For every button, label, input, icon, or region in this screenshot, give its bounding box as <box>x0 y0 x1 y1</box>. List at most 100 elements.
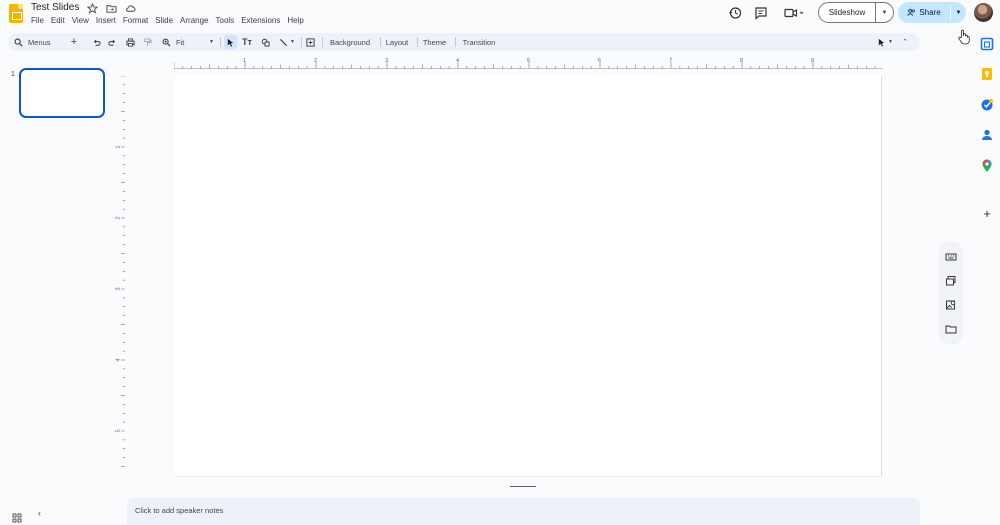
transition-button[interactable]: Transition <box>459 35 499 49</box>
slides-logo-icon[interactable] <box>9 4 23 23</box>
ruler-number: 2 <box>314 58 318 64</box>
title-actions <box>86 2 136 14</box>
star-icon[interactable] <box>86 2 98 14</box>
account-avatar[interactable] <box>974 3 993 22</box>
menu-arrange[interactable]: Arrange <box>180 16 208 25</box>
chevron-down-icon: ▼ <box>209 39 214 45</box>
ruler-number: 3 <box>115 287 122 291</box>
get-add-ons-plus-icon[interactable]: + <box>980 207 994 221</box>
search-menus[interactable]: Menus <box>14 35 66 49</box>
ruler-number: 1 <box>115 145 122 149</box>
zoom-value: Fit <box>176 37 185 47</box>
divider <box>322 37 323 47</box>
slideshow-control: Slideshow ▼ <box>818 2 894 23</box>
slideshow-dropdown-chevron-icon[interactable]: ▼ <box>876 3 893 22</box>
ruler-number: 2 <box>115 216 122 220</box>
slide-canvas[interactable] <box>174 76 882 476</box>
divider <box>455 37 456 47</box>
share-label: Share <box>919 8 941 17</box>
menu-help[interactable]: Help <box>287 16 303 25</box>
people-icon <box>907 8 916 16</box>
divider <box>301 37 302 47</box>
speaker-notes-placeholder: Click to add speaker notes <box>135 506 224 515</box>
side-tools-panel <box>939 241 963 345</box>
search-icon <box>14 38 23 47</box>
slideshow-button[interactable]: Slideshow <box>819 3 875 22</box>
ruler-number: 1 <box>243 58 247 64</box>
cursor-pointer-icon <box>878 38 885 47</box>
menu-file[interactable]: File <box>31 16 44 25</box>
keep-icon[interactable] <box>980 67 994 81</box>
chevron-down-icon: ▼ <box>290 39 295 45</box>
menu-insert[interactable]: Insert <box>96 16 116 25</box>
insert-comment-icon[interactable] <box>304 35 316 49</box>
comments-icon[interactable] <box>754 6 768 20</box>
slide-number: 1 <box>11 71 15 78</box>
slide-thumbnail[interactable] <box>19 68 105 118</box>
document-title[interactable]: Test Slides <box>31 2 79 13</box>
calendar-icon[interactable] <box>980 37 994 51</box>
share-button[interactable]: Share <box>898 2 950 23</box>
divider <box>417 37 418 47</box>
notes-resize-handle[interactable] <box>510 486 536 487</box>
new-slide-plus-icon[interactable]: + <box>68 35 80 49</box>
folder-icon[interactable] <box>945 322 957 334</box>
menu-tools[interactable]: Tools <box>216 16 235 25</box>
zoom-icon[interactable] <box>160 35 172 49</box>
keyboard-icon[interactable] <box>945 250 957 262</box>
print-icon[interactable] <box>124 35 136 49</box>
vertical-ruler <box>121 76 125 467</box>
speaker-notes[interactable]: Click to add speaker notes <box>127 498 920 525</box>
share-control: Share ▼ <box>898 2 966 23</box>
chevron-down-icon: ▼ <box>888 39 893 45</box>
pointer-mode-control[interactable]: ▼ <box>874 35 896 49</box>
undo-icon[interactable] <box>90 35 102 49</box>
maps-icon[interactable] <box>980 159 994 173</box>
ruler-number: 9 <box>811 58 815 64</box>
menu-format[interactable]: Format <box>123 16 148 25</box>
text-box-icon[interactable]: Tт <box>240 35 254 49</box>
menu-extensions[interactable]: Extensions <box>241 16 280 25</box>
ruler-number: 4 <box>456 58 460 64</box>
slides-app: Test Slides File Edit View Insert Format… <box>0 0 1000 525</box>
paint-format-icon[interactable] <box>141 35 153 49</box>
theme-button[interactable]: Theme <box>421 35 448 49</box>
header: Test Slides File Edit View Insert Format… <box>0 0 1000 30</box>
ruler-number: 5 <box>115 429 122 433</box>
divider <box>380 37 381 47</box>
divider <box>220 37 221 47</box>
contacts-icon[interactable] <box>980 128 994 142</box>
ruler-number: 8 <box>740 58 744 64</box>
zoom-select[interactable]: Fit ▼ <box>174 35 216 49</box>
ruler-number: 4 <box>115 358 122 362</box>
collapse-filmstrip-chevron-left-icon[interactable]: ‹ <box>38 508 48 520</box>
meet-icon[interactable] <box>784 6 806 20</box>
select-tool-icon[interactable] <box>224 35 237 49</box>
canvas-edge <box>174 476 882 477</box>
copy-slides-icon[interactable] <box>945 274 957 286</box>
redo-icon[interactable] <box>106 35 118 49</box>
collapse-toolbar-chevron-up-icon[interactable]: ⌃ <box>900 35 910 49</box>
ruler-number: 5 <box>527 58 531 64</box>
menu-slide[interactable]: Slide <box>155 16 173 25</box>
menubar: File Edit View Insert Format Slide Arran… <box>31 16 304 25</box>
ruler-number: 6 <box>598 58 602 64</box>
image-icon[interactable] <box>258 35 272 49</box>
share-dropdown-chevron-icon[interactable]: ▼ <box>951 2 966 23</box>
mouse-hand-cursor-icon <box>957 29 971 45</box>
version-history-icon[interactable] <box>728 6 742 20</box>
line-tool[interactable]: ▼ <box>276 35 298 49</box>
menu-view[interactable]: View <box>72 16 89 25</box>
move-folder-icon[interactable] <box>105 2 117 14</box>
tasks-icon[interactable] <box>980 98 994 112</box>
menus-label: Menus <box>28 37 51 47</box>
layout-button[interactable]: Layout <box>383 35 411 49</box>
background-button[interactable]: Background <box>326 35 374 49</box>
image-search-icon[interactable] <box>945 298 957 310</box>
cloud-status-icon[interactable] <box>124 2 136 14</box>
grid-view-icon[interactable] <box>12 510 22 523</box>
ruler-number: 7 <box>669 58 673 64</box>
ruler-number: 3 <box>385 58 389 64</box>
menu-edit[interactable]: Edit <box>51 16 65 25</box>
line-icon <box>279 38 288 46</box>
